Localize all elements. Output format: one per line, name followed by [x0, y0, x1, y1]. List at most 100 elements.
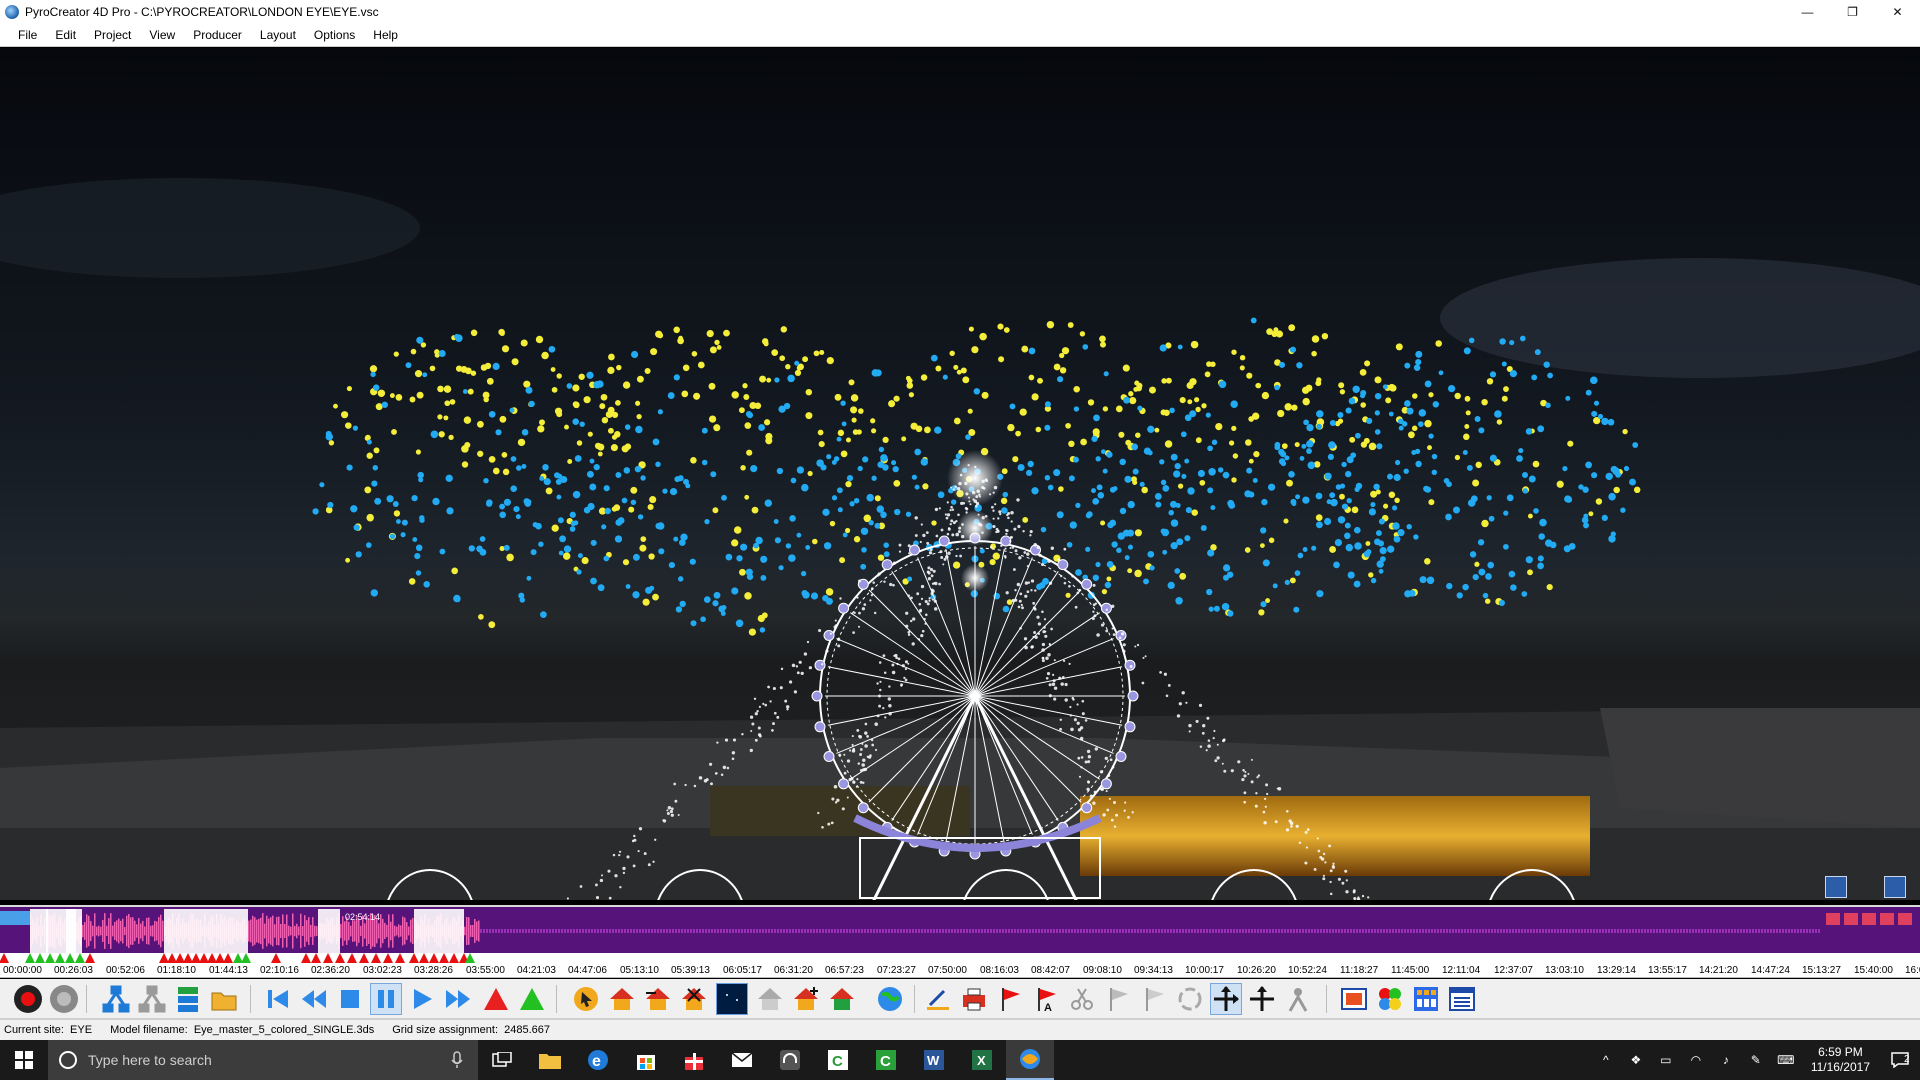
printer-icon[interactable] [958, 983, 990, 1015]
single-view-button[interactable] [1884, 876, 1906, 898]
cue-marker-row[interactable] [0, 953, 1920, 963]
restore-button[interactable]: ❐ [1830, 0, 1875, 23]
cue-marker[interactable] [199, 953, 209, 963]
person-move-icon[interactable] [1282, 983, 1314, 1015]
track-button-minus[interactable] [1844, 913, 1858, 925]
cue-marker[interactable] [85, 953, 95, 963]
track-button-rewind[interactable] [1826, 913, 1840, 925]
stop-button[interactable] [334, 983, 366, 1015]
track-controls[interactable] [0, 911, 30, 925]
chevron-up-icon[interactable]: ^ [1591, 1053, 1621, 1067]
green-triangle-icon[interactable] [516, 983, 548, 1015]
start-button[interactable] [0, 1040, 48, 1080]
cue-marker[interactable] [159, 953, 169, 963]
cue-marker[interactable] [241, 953, 251, 963]
track-button-close[interactable] [1898, 913, 1912, 925]
volume-icon[interactable]: ♪ [1711, 1053, 1741, 1067]
minimize-button[interactable]: — [1785, 0, 1830, 23]
network-grey-icon[interactable] [136, 983, 168, 1015]
grid-people-icon[interactable] [1410, 983, 1442, 1015]
cue-marker[interactable] [233, 953, 243, 963]
house-add-icon[interactable] [790, 983, 822, 1015]
pyrocreator-taskbar-icon[interactable] [1006, 1040, 1054, 1080]
word-icon[interactable]: W [910, 1040, 958, 1080]
cue-marker[interactable] [429, 953, 439, 963]
cue-marker[interactable] [371, 953, 381, 963]
cue-marker[interactable] [383, 953, 393, 963]
cue-marker[interactable] [347, 953, 357, 963]
track-button-plus[interactable] [1862, 913, 1876, 925]
scissors-icon[interactable] [1066, 983, 1098, 1015]
camtasia-icon[interactable]: C [814, 1040, 862, 1080]
cue-marker[interactable] [449, 953, 459, 963]
split-view-button[interactable] [1825, 876, 1847, 898]
dropbox-icon[interactable]: ❖ [1621, 1053, 1651, 1067]
store-icon[interactable] [622, 1040, 670, 1080]
microphone-icon[interactable] [450, 1051, 464, 1069]
play-button[interactable] [406, 983, 438, 1015]
hierarchy-icon[interactable] [172, 983, 204, 1015]
cue-marker[interactable] [409, 953, 419, 963]
menu-producer[interactable]: Producer [184, 24, 251, 46]
menu-view[interactable]: View [140, 24, 184, 46]
pause-button[interactable] [370, 983, 402, 1015]
flag-text-icon[interactable]: A [1030, 983, 1062, 1015]
recycle-icon[interactable] [1174, 983, 1206, 1015]
cue-marker[interactable] [25, 953, 35, 963]
cue-marker[interactable] [223, 953, 233, 963]
house-icon[interactable] [606, 983, 638, 1015]
house-cross-icon[interactable] [678, 983, 710, 1015]
list-window-icon[interactable] [1446, 983, 1478, 1015]
network-tray-icon[interactable]: ◠ [1681, 1053, 1711, 1067]
flag-grey-icon-2[interactable] [1138, 983, 1170, 1015]
battery-icon[interactable]: ▭ [1651, 1053, 1681, 1067]
rewind-button[interactable] [298, 983, 330, 1015]
cue-marker[interactable] [167, 953, 177, 963]
menu-help[interactable]: Help [364, 24, 407, 46]
cue-marker[interactable] [55, 953, 65, 963]
task-view-icon[interactable] [478, 1040, 526, 1080]
track-button-down[interactable] [1880, 913, 1894, 925]
camtasia-green-icon[interactable]: C [862, 1040, 910, 1080]
cue-marker[interactable] [0, 953, 9, 963]
clock[interactable]: 6:59 PM 11/16/2017 [1811, 1045, 1870, 1075]
layout-panel-icon[interactable] [1338, 983, 1370, 1015]
cue-marker[interactable] [45, 953, 55, 963]
cue-marker[interactable] [65, 953, 75, 963]
move-arrows-icon-2[interactable] [1246, 983, 1278, 1015]
folder-icon[interactable] [208, 983, 240, 1015]
cue-marker[interactable] [183, 953, 193, 963]
cue-marker[interactable] [439, 953, 449, 963]
red-flag-icon[interactable] [994, 983, 1026, 1015]
house-grey-icon[interactable] [754, 983, 786, 1015]
cue-marker[interactable] [419, 953, 429, 963]
globe-icon[interactable] [874, 983, 906, 1015]
network-icon[interactable] [100, 983, 132, 1015]
cue-marker[interactable] [75, 953, 85, 963]
stop-record-button[interactable] [48, 983, 80, 1015]
keyboard-icon[interactable]: ⌨ [1771, 1053, 1801, 1067]
menu-file[interactable]: File [9, 24, 46, 46]
cue-marker[interactable] [35, 953, 45, 963]
cue-marker[interactable] [207, 953, 217, 963]
color-palette-icon[interactable] [1374, 983, 1406, 1015]
skip-to-start-button[interactable] [262, 983, 294, 1015]
record-button[interactable] [12, 983, 44, 1015]
search-input[interactable]: Type here to search [48, 1040, 478, 1080]
action-center-icon[interactable]: 2 [1880, 1052, 1920, 1068]
red-triangle-icon[interactable] [480, 983, 512, 1015]
sky-preview-icon[interactable] [716, 983, 748, 1015]
3d-viewport[interactable] [0, 48, 1920, 900]
ruler-edit-icon[interactable] [922, 983, 954, 1015]
edge-icon[interactable]: e [574, 1040, 622, 1080]
gift-icon[interactable] [670, 1040, 718, 1080]
cue-marker[interactable] [301, 953, 311, 963]
timeline-track[interactable]: 02:54:14 [0, 905, 1920, 953]
cue-marker[interactable] [191, 953, 201, 963]
excel-icon[interactable]: X [958, 1040, 1006, 1080]
file-explorer-icon[interactable] [526, 1040, 574, 1080]
menu-project[interactable]: Project [85, 24, 140, 46]
cue-marker[interactable] [175, 953, 185, 963]
pointer-tool-icon[interactable] [570, 983, 602, 1015]
menu-edit[interactable]: Edit [46, 24, 85, 46]
